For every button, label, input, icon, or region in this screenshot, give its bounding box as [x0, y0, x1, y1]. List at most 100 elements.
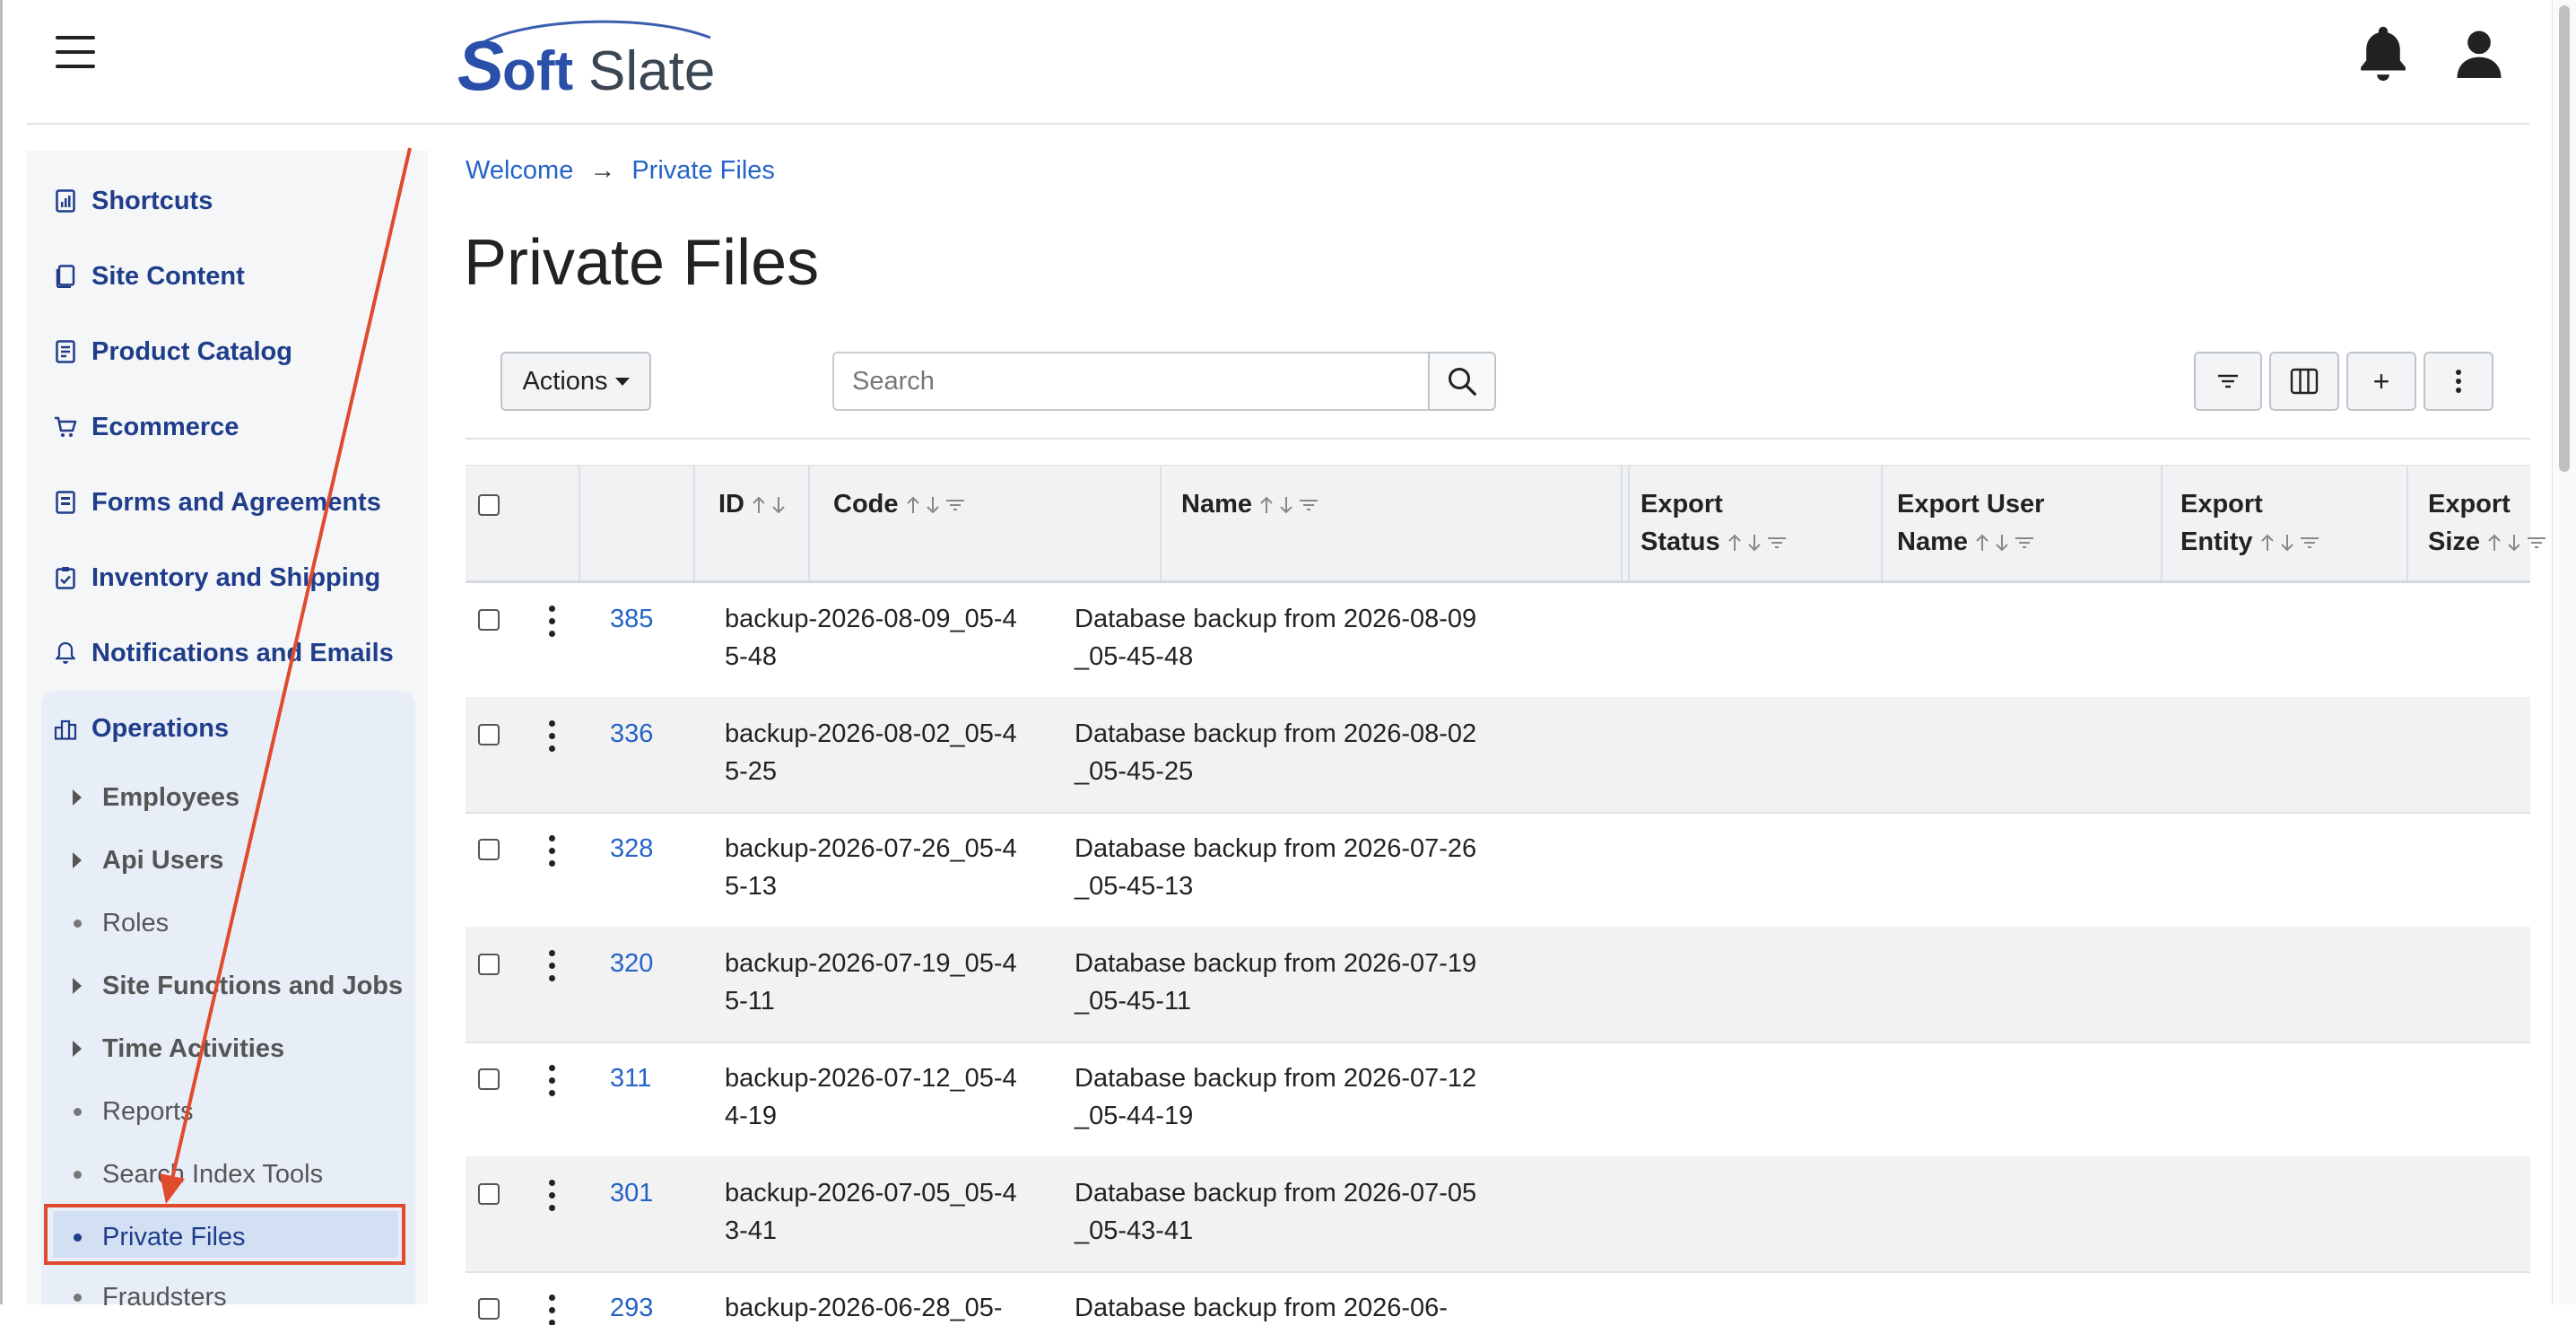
- row-id-link[interactable]: 311: [610, 1059, 651, 1097]
- row-id-link[interactable]: 293: [610, 1289, 653, 1325]
- row-code: backup-2026-07-05_05-43-41: [725, 1179, 1017, 1245]
- sidebar-item-notifications-and-emails[interactable]: Notifications and Emails: [27, 635, 394, 671]
- sidebar-subitem-label: Reports: [102, 1096, 194, 1126]
- column-header-export-size[interactable]: Export Size: [2408, 466, 2546, 580]
- sidebar-subitem-api-users[interactable]: Api Users: [41, 842, 223, 878]
- softslate-logo[interactable]: S oft Slate: [457, 13, 727, 102]
- sidebar-subitem-search-index-tools[interactable]: Search Index Tools: [41, 1156, 323, 1192]
- table-row: 293 backup-2026-06-28_05- Database backu…: [466, 1271, 2530, 1325]
- cart-icon: [54, 414, 77, 440]
- select-all-checkbox[interactable]: [478, 494, 500, 516]
- column-header-id[interactable]: ID: [695, 466, 810, 580]
- add-button[interactable]: +: [2346, 352, 2416, 411]
- more-options-button[interactable]: [2424, 352, 2493, 411]
- plus-icon: +: [2372, 364, 2390, 397]
- bell-icon[interactable]: [2355, 23, 2411, 83]
- columns-icon: [2290, 368, 2319, 395]
- sidebar-item-label: Forms and Agreements: [91, 487, 381, 517]
- column-header-export-user-name[interactable]: Export User Name: [1883, 466, 2163, 580]
- row-menu-icon[interactable]: [546, 950, 557, 986]
- window-edge: [0, 0, 3, 1304]
- column-header-code[interactable]: Code: [810, 466, 1162, 580]
- table-header: ID Code Name Export Status Export User N…: [466, 465, 2546, 583]
- filter-button[interactable]: [2194, 352, 2262, 411]
- sort-icon[interactable]: [906, 495, 970, 515]
- row-checkbox[interactable]: [478, 839, 500, 860]
- row-checkbox[interactable]: [478, 1183, 500, 1205]
- sort-icon[interactable]: [752, 495, 791, 515]
- table-row: 336 backup-2026-08-02_05-45-25 Database …: [466, 697, 2530, 814]
- sort-icon[interactable]: [1975, 533, 2040, 553]
- sidebar-subitem-fraudsters[interactable]: Fraudsters: [41, 1279, 227, 1315]
- more-vertical-icon: [2456, 370, 2461, 393]
- sidebar-item-site-content[interactable]: Site Content: [27, 258, 245, 294]
- buildings-icon: [54, 715, 77, 742]
- table-row: 385 backup-2026-08-09_05-45-48 Database …: [466, 582, 2530, 699]
- column-label: Status: [1640, 527, 1720, 556]
- table-row: 311 backup-2026-07-12_05-44-19 Database …: [466, 1042, 2530, 1158]
- row-menu-icon[interactable]: [546, 835, 557, 871]
- row-id-link[interactable]: 385: [610, 600, 653, 638]
- search-button[interactable]: [1428, 352, 1496, 411]
- row-checkbox[interactable]: [478, 609, 500, 631]
- row-checkbox[interactable]: [478, 1298, 500, 1320]
- sort-icon[interactable]: [2260, 533, 2325, 553]
- search-input[interactable]: [832, 352, 1430, 411]
- sidebar-subitem-time-activities[interactable]: Time Activities: [41, 1031, 284, 1067]
- column-label: Code: [833, 490, 899, 519]
- row-checkbox[interactable]: [478, 724, 500, 745]
- sidebar-subitem-site-functions-and-jobs[interactable]: Site Functions and Jobs: [41, 968, 403, 1004]
- hamburger-icon[interactable]: [56, 36, 95, 68]
- row-menu-icon[interactable]: [546, 1065, 557, 1101]
- row-checkbox[interactable]: [478, 954, 500, 975]
- sidebar-subitem-roles[interactable]: Roles: [41, 905, 169, 941]
- sort-icon[interactable]: [1259, 495, 1324, 515]
- row-id-link[interactable]: 328: [610, 830, 653, 867]
- bullet-icon: [65, 1293, 90, 1302]
- sort-icon[interactable]: [2487, 533, 2552, 553]
- sidebar-subitem-employees[interactable]: Employees: [41, 780, 239, 815]
- row-checkbox[interactable]: [478, 1068, 500, 1090]
- column-label: Size: [2428, 527, 2481, 556]
- row-menu-icon[interactable]: [546, 1294, 557, 1325]
- page-scrollbar[interactable]: [2552, 0, 2576, 1304]
- sidebar-item-ecommerce[interactable]: Ecommerce: [27, 409, 239, 445]
- breadcrumb-welcome-link[interactable]: Welcome: [466, 156, 573, 186]
- column-header-export-status[interactable]: Export Status: [1630, 466, 1883, 580]
- breadcrumb-private-files-link[interactable]: Private Files: [631, 156, 775, 186]
- sidebar-item-operations[interactable]: Operations: [27, 710, 229, 746]
- sidebar-subitem-label: Search Index Tools: [102, 1159, 324, 1189]
- column-header-export-entity[interactable]: Export Entity: [2163, 466, 2408, 580]
- sidebar-item-label: Inventory and Shipping: [91, 562, 381, 592]
- sidebar-item-inventory-and-shipping[interactable]: Inventory and Shipping: [27, 560, 380, 596]
- column-header-name[interactable]: Name: [1162, 466, 1623, 580]
- header-divider: [27, 123, 2529, 125]
- sort-icon[interactable]: [1727, 533, 1792, 553]
- row-menu-icon[interactable]: [546, 606, 557, 641]
- row-menu-icon[interactable]: [546, 1180, 557, 1216]
- table-row: 328 backup-2026-07-26_05-45-13 Database …: [466, 812, 2530, 928]
- row-code: backup-2026-06-28_05-: [725, 1294, 1003, 1322]
- actions-button[interactable]: Actions: [500, 352, 651, 411]
- sidebar-subitem-label: Fraudsters: [102, 1282, 227, 1312]
- sidebar-item-product-catalog[interactable]: Product Catalog: [27, 334, 292, 370]
- row-menu-icon[interactable]: [546, 720, 557, 756]
- row-id-link[interactable]: 336: [610, 715, 653, 753]
- column-spacer: [1623, 466, 1630, 580]
- sidebar-item-forms-and-agreements[interactable]: Forms and Agreements: [27, 484, 381, 520]
- user-icon[interactable]: [2454, 27, 2504, 79]
- column-label: Entity: [2180, 527, 2253, 556]
- expand-arrow-icon: [65, 852, 90, 868]
- row-id-link[interactable]: 301: [610, 1174, 653, 1212]
- columns-button[interactable]: [2269, 352, 2339, 411]
- scrollbar-thumb[interactable]: [2559, 5, 2570, 472]
- bullet-icon: [65, 1170, 90, 1179]
- sidebar-item-label: Site Content: [91, 261, 245, 291]
- column-label: ID: [718, 490, 744, 519]
- sidebar-item-shortcuts[interactable]: Shortcuts: [27, 183, 213, 219]
- sidebar-subitem-reports[interactable]: Reports: [41, 1094, 194, 1129]
- row-code: backup-2026-07-19_05-45-11: [725, 949, 1017, 1016]
- row-id-link[interactable]: 320: [610, 945, 653, 982]
- bullet-icon: [65, 1107, 90, 1116]
- row-name: Database backup from 2026-07-26_05-45-13: [1075, 834, 1477, 901]
